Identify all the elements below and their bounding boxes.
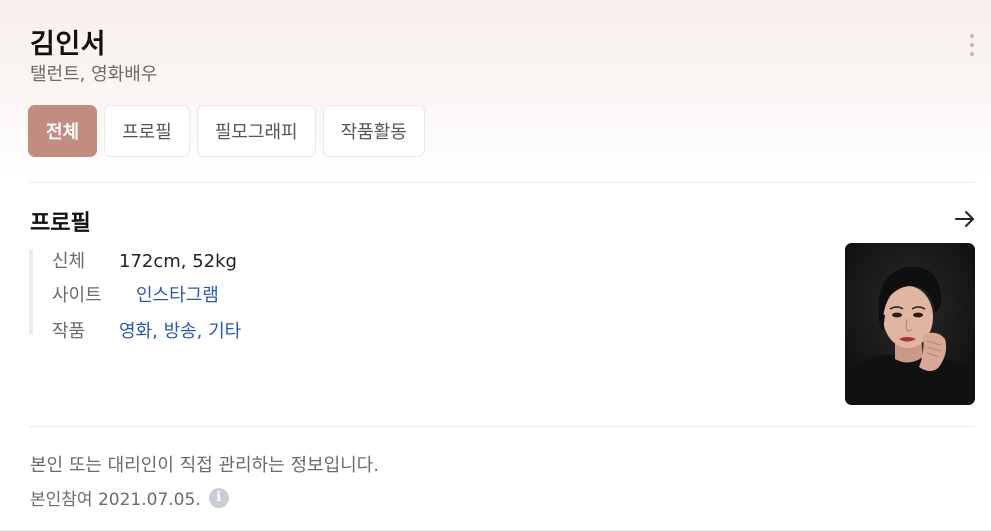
- profile-card: 김인서 탤런트, 영화배우 전체 프로필 필모그래피 작품활동 프로필 신체 1…: [0, 0, 991, 531]
- info-label: 작품: [52, 321, 86, 342]
- more-options-icon[interactable]: [964, 34, 980, 56]
- management-notice: 본인 또는 대리인이 직접 관리하는 정보입니다.: [30, 455, 379, 476]
- info-row-site: 사이트 인스타그램: [52, 281, 219, 307]
- instagram-link[interactable]: 인스타그램: [136, 281, 219, 307]
- info-row-works: 작품 영화, 방송, 기타: [52, 317, 241, 343]
- tab-filmography[interactable]: 필모그래피: [196, 105, 316, 157]
- tab-profile[interactable]: 프로필: [104, 105, 190, 157]
- info-label: 사이트: [52, 285, 102, 306]
- works-link[interactable]: 영화, 방송, 기타: [119, 317, 241, 343]
- arrow-right-icon[interactable]: [954, 208, 976, 230]
- divider: [28, 426, 975, 427]
- tab-activities[interactable]: 작품활동: [322, 105, 425, 157]
- divider: [28, 182, 975, 183]
- joined-date: 본인참여 2021.07.05.: [30, 490, 201, 510]
- section-title-profile: 프로필: [30, 211, 91, 236]
- person-name: 김인서: [30, 29, 107, 60]
- portrait-image: [845, 243, 975, 405]
- tab-bar: 전체 프로필 필모그래피 작품활동: [28, 105, 425, 157]
- joined-date-row: 본인참여 2021.07.05. i: [30, 485, 229, 510]
- person-occupation: 탤런트, 영화배우: [30, 64, 158, 85]
- info-label: 신체: [52, 251, 86, 272]
- info-icon[interactable]: i: [208, 487, 229, 508]
- info-row-body: 신체 172cm, 52kg: [52, 247, 237, 273]
- profile-photo[interactable]: [845, 243, 975, 405]
- info-value: 172cm, 52kg: [119, 251, 237, 272]
- info-accent-bar: [29, 249, 33, 335]
- tab-all[interactable]: 전체: [28, 105, 98, 157]
